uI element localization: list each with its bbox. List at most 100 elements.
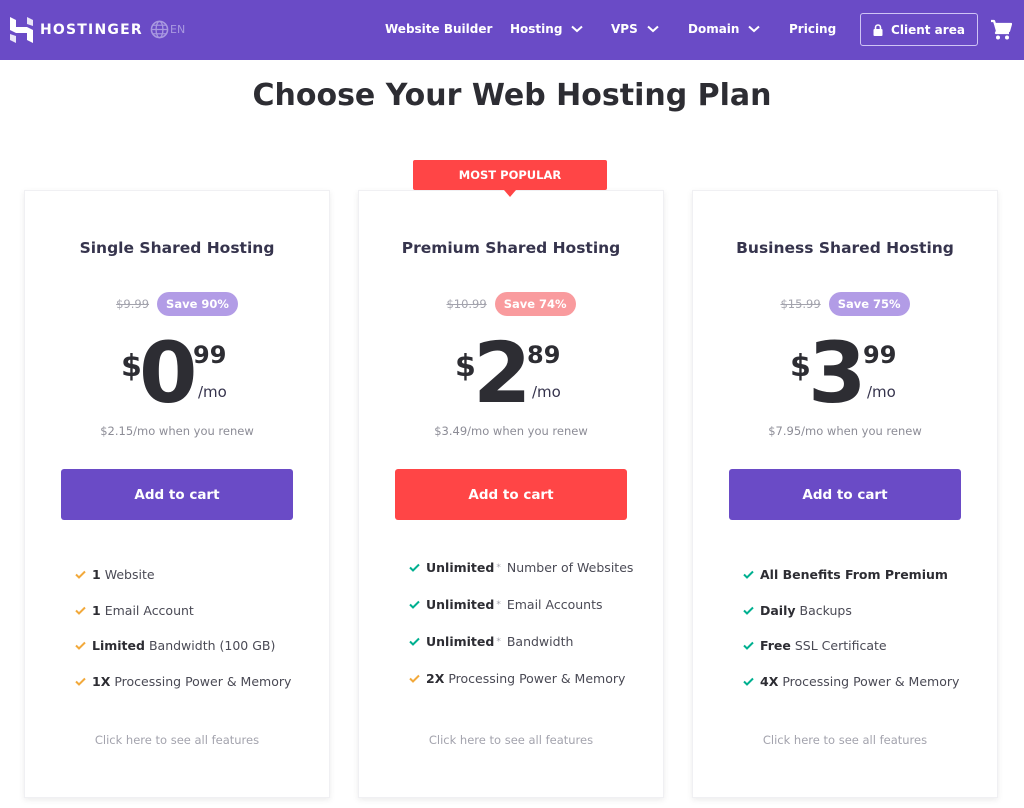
feature-bold: Unlimited: [426, 634, 495, 649]
nav-website-builder[interactable]: Website Builder: [385, 22, 492, 36]
feature-text: Email Account: [104, 602, 194, 618]
feature-bold: Unlimited: [426, 560, 495, 575]
feature-list: 1 Website 1 Email Account Limited Bandwidth…: [75, 557, 291, 699]
price-period: /mo: [198, 383, 227, 401]
price-integer: 0: [139, 324, 197, 422]
feature-item: 1X Processing Power & Memory: [75, 664, 291, 700]
plan-card-business: Business Shared Hosting $15.99 Save 75% …: [692, 190, 998, 798]
see-all-features-link[interactable]: Click here to see all features: [359, 733, 663, 747]
feature-text: Processing Power & Memory: [114, 673, 292, 689]
language-label: EN: [170, 23, 186, 36]
shopping-cart-icon[interactable]: [990, 19, 1012, 41]
lock-icon: [873, 23, 883, 36]
client-area-button[interactable]: Client area: [860, 13, 978, 46]
renew-price: $2.15/mo when you renew: [100, 424, 254, 438]
feature-bold: 1: [92, 567, 101, 583]
feature-bold: 4X: [760, 673, 779, 689]
plan-name: Business Shared Hosting: [736, 239, 954, 257]
add-to-cart-button[interactable]: Add to cart: [61, 469, 293, 520]
price-integer: 3: [808, 324, 866, 422]
language-selector[interactable]: EN: [150, 20, 185, 39]
feature-item: 1 Email Account: [75, 593, 291, 629]
asterisk-marker: *: [496, 599, 501, 610]
feature-list: All Benefits From Premium Daily Backups F…: [743, 557, 959, 699]
check-icon: [409, 674, 420, 683]
nav-hosting[interactable]: Hosting: [510, 22, 584, 36]
old-price: $10.99: [446, 297, 487, 311]
feature-bold: 2X: [426, 671, 445, 686]
feature-item: Limited Bandwidth (100 GB): [75, 628, 291, 664]
see-all-features-link[interactable]: Click here to see all features: [693, 733, 997, 747]
page-title: Choose Your Web Hosting Plan: [252, 78, 772, 113]
add-to-cart-button[interactable]: Add to cart: [729, 469, 961, 520]
discount-row: $9.99 Save 90%: [25, 292, 329, 316]
feature-bold: Free: [760, 638, 791, 654]
check-icon: [75, 677, 86, 686]
nav-domain[interactable]: Domain: [688, 22, 761, 36]
check-icon: [409, 563, 420, 572]
feature-text: SSL Certificate: [794, 638, 887, 654]
hostinger-logo-icon: [10, 17, 33, 43]
check-icon: [75, 571, 86, 580]
feature-list: Unlimited * Number of Websites Unlimited * E…: [409, 549, 633, 697]
feature-text: Backups: [799, 602, 852, 618]
feature-item: Daily Backups: [743, 593, 959, 629]
renew-price: $3.49/mo when you renew: [434, 424, 588, 438]
feature-bold: Limited: [92, 638, 145, 654]
price-period: /mo: [867, 383, 896, 401]
nav-label: Domain: [688, 22, 740, 36]
save-badge: Save 74%: [494, 292, 576, 316]
globe-icon: [150, 20, 169, 39]
feature-text: Bandwidth: [506, 634, 574, 649]
feature-bold: All Benefits From Premium: [760, 567, 948, 583]
price-display: $ 0 99 /mo: [25, 331, 329, 419]
plan-name: Premium Shared Hosting: [401, 239, 621, 257]
chevron-down-icon: [647, 25, 659, 33]
check-icon: [743, 677, 754, 686]
price-cents: 89: [527, 341, 561, 369]
price-cents: 99: [863, 341, 897, 369]
price-display: $ 3 99 /mo: [693, 331, 997, 419]
feature-text: Number of Websites: [506, 560, 634, 575]
brand-logo-link[interactable]: HOSTINGER: [10, 17, 143, 43]
see-all-features-link[interactable]: Click here to see all features: [25, 733, 329, 747]
discount-row: $10.99 Save 74%: [359, 292, 663, 316]
feature-item: 1 Website: [75, 557, 291, 593]
check-icon: [743, 606, 754, 615]
feature-bold: 1X: [92, 673, 111, 689]
chevron-down-icon: [748, 25, 761, 33]
feature-text: Bandwidth (100 GB): [148, 638, 276, 654]
feature-text: Processing Power & Memory: [782, 673, 960, 689]
save-badge: Save 75%: [828, 292, 910, 316]
old-price: $15.99: [780, 297, 821, 311]
check-icon: [409, 637, 420, 646]
nav-label: Hosting: [510, 22, 563, 36]
plan-card-single: Single Shared Hosting $9.99 Save 90% $ 0…: [24, 190, 330, 798]
nav-label: VPS: [611, 22, 638, 36]
feature-item: Unlimited * Number of Websites: [409, 549, 633, 586]
top-navigation-bar: HOSTINGER EN Website Builder Hosting VPS…: [0, 0, 1024, 60]
check-icon: [743, 642, 754, 651]
asterisk-marker: *: [496, 636, 501, 647]
nav-label: Website Builder: [385, 22, 493, 36]
price-display: $ 2 89 /mo: [359, 331, 663, 419]
nav-pricing[interactable]: Pricing: [789, 22, 836, 36]
feature-item: 4X Processing Power & Memory: [743, 664, 959, 700]
save-badge: Save 90%: [157, 292, 238, 316]
feature-text: Website: [104, 567, 155, 583]
check-icon: [743, 571, 754, 580]
nav-vps[interactable]: VPS: [611, 22, 659, 36]
client-area-label: Client area: [891, 22, 965, 37]
feature-item: 2X Processing Power & Memory: [409, 660, 633, 697]
check-icon: [409, 600, 420, 609]
feature-item: Unlimited * Email Accounts: [409, 586, 633, 623]
price-cents: 99: [193, 341, 227, 369]
feature-item: Free SSL Certificate: [743, 628, 959, 664]
add-to-cart-button[interactable]: Add to cart: [395, 469, 627, 520]
feature-item: All Benefits From Premium: [743, 557, 959, 593]
brand-name: HOSTINGER: [40, 22, 143, 38]
plan-name: Single Shared Hosting: [79, 239, 275, 257]
feature-bold: Daily: [760, 602, 796, 618]
chevron-down-icon: [571, 25, 584, 33]
price-period: /mo: [532, 383, 561, 401]
